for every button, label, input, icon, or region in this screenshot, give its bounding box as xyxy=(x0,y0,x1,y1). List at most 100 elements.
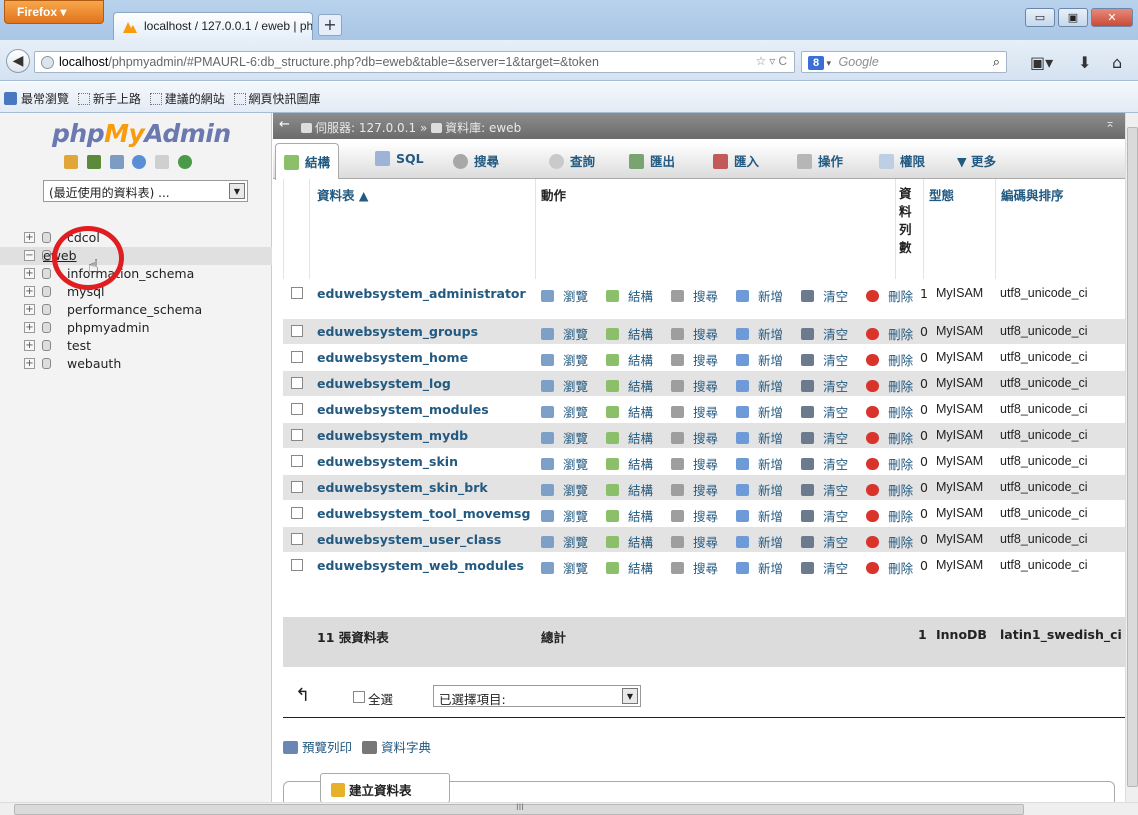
action-structure-link[interactable]: 結構 xyxy=(606,431,662,446)
action-search-link[interactable]: 搜尋 xyxy=(671,353,727,368)
table-name-link[interactable]: eduwebsystem_user_class xyxy=(317,532,501,547)
help-icon[interactable] xyxy=(132,155,147,169)
action-empty-link[interactable]: 清空 xyxy=(801,431,857,446)
table-name-link[interactable]: eduwebsystem_home xyxy=(317,350,468,365)
action-structure-link[interactable]: 結構 xyxy=(606,483,662,498)
action-insert-link[interactable]: 新增 xyxy=(736,483,792,498)
google-engine-icon[interactable]: 8 xyxy=(808,55,824,70)
tab-privileges[interactable]: 權限 xyxy=(879,151,925,170)
vertical-scrollbar[interactable] xyxy=(1125,113,1138,802)
tree-item-eweb[interactable]: − eweb xyxy=(0,247,272,265)
check-all-label[interactable]: 全選 xyxy=(368,689,393,708)
firefox-menu-button[interactable]: Firefox ▾ xyxy=(4,0,104,24)
table-name-link[interactable]: eduwebsystem_web_modules xyxy=(317,558,524,573)
row-checkbox[interactable] xyxy=(291,403,303,415)
action-insert-link[interactable]: 新增 xyxy=(736,561,792,576)
action-browse-link[interactable]: 瀏覽 xyxy=(541,535,597,550)
action-empty-link[interactable]: 清空 xyxy=(801,289,857,304)
scrollbar-thumb[interactable] xyxy=(1127,127,1138,787)
url-bar[interactable]: localhost/phpmyadmin/#PMAURL-6:db_struct… xyxy=(34,51,795,73)
action-drop-link[interactable]: 刪除 xyxy=(866,431,922,446)
tree-item-performance-schema[interactable]: + performance_schema xyxy=(24,301,272,319)
search-bar[interactable]: 8 ▾ Google ⌕ xyxy=(801,51,1007,73)
reload-icon[interactable] xyxy=(178,155,193,169)
tab-structure[interactable]: 結構 xyxy=(275,143,340,180)
tab-import[interactable]: 匯入 xyxy=(713,151,759,170)
action-browse-link[interactable]: 瀏覽 xyxy=(541,431,597,446)
action-structure-link[interactable]: 結構 xyxy=(606,327,662,342)
table-name-link[interactable]: eduwebsystem_log xyxy=(317,376,451,391)
row-checkbox[interactable] xyxy=(291,507,303,519)
action-search-link[interactable]: 搜尋 xyxy=(671,509,727,524)
action-browse-link[interactable]: 瀏覽 xyxy=(541,483,597,498)
tab-search[interactable]: 搜尋 xyxy=(453,151,499,170)
action-drop-link[interactable]: 刪除 xyxy=(866,379,922,394)
row-checkbox[interactable] xyxy=(291,377,303,389)
search-icon[interactable]: ⌕ xyxy=(993,54,1000,70)
expand-icon[interactable]: + xyxy=(24,268,35,279)
minimize-button[interactable]: ▭ xyxy=(1025,8,1055,27)
column-header-collation[interactable]: 編碼與排序 xyxy=(1001,185,1064,204)
action-search-link[interactable]: 搜尋 xyxy=(671,561,727,576)
action-empty-link[interactable]: 清空 xyxy=(801,327,857,342)
table-name-link[interactable]: eduwebsystem_skin xyxy=(317,454,458,469)
row-checkbox[interactable] xyxy=(291,481,303,493)
action-drop-link[interactable]: 刪除 xyxy=(866,483,922,498)
action-empty-link[interactable]: 清空 xyxy=(801,561,857,576)
action-drop-link[interactable]: 刪除 xyxy=(866,289,922,304)
column-header-type[interactable]: 型態 xyxy=(929,185,954,204)
phpmyadmin-logo[interactable]: phpMyAdmin xyxy=(52,119,231,148)
maximize-button[interactable]: ▣ xyxy=(1058,8,1088,27)
browser-tab[interactable]: localhost / 127.0.0.1 / eweb | phpMyA... xyxy=(113,12,313,40)
expand-icon[interactable]: + xyxy=(24,304,35,315)
home-icon[interactable] xyxy=(64,155,78,169)
action-browse-link[interactable]: 瀏覽 xyxy=(541,379,597,394)
home-icon[interactable]: ⌂ xyxy=(1112,53,1122,72)
action-browse-link[interactable]: 瀏覽 xyxy=(541,353,597,368)
expand-icon[interactable]: + xyxy=(24,322,35,333)
query-window-icon[interactable] xyxy=(109,155,124,169)
bookmark-star-icon[interactable]: ☆▿C xyxy=(756,54,790,68)
action-search-link[interactable]: 搜尋 xyxy=(671,535,727,550)
row-checkbox[interactable] xyxy=(291,351,303,363)
action-empty-link[interactable]: 清空 xyxy=(801,379,857,394)
table-name-link[interactable]: eduwebsystem_tool_movemsg xyxy=(317,506,530,521)
action-insert-link[interactable]: 新增 xyxy=(736,535,792,550)
action-search-link[interactable]: 搜尋 xyxy=(671,289,727,304)
action-drop-link[interactable]: 刪除 xyxy=(866,509,922,524)
action-drop-link[interactable]: 刪除 xyxy=(866,353,922,368)
action-insert-link[interactable]: 新增 xyxy=(736,379,792,394)
action-drop-link[interactable]: 刪除 xyxy=(866,535,922,550)
downloads-icon[interactable]: ⬇ xyxy=(1078,53,1091,72)
action-insert-link[interactable]: 新增 xyxy=(736,289,792,304)
action-structure-link[interactable]: 結構 xyxy=(606,353,662,368)
row-checkbox[interactable] xyxy=(291,325,303,337)
create-table-button[interactable]: 建立資料表 xyxy=(320,773,450,803)
action-browse-link[interactable]: 瀏覽 xyxy=(541,509,597,524)
table-name-link[interactable]: eduwebsystem_mydb xyxy=(317,428,468,443)
action-insert-link[interactable]: 新增 xyxy=(736,457,792,472)
row-checkbox[interactable] xyxy=(291,533,303,545)
bookmarks-menu-icon[interactable]: ▣▾ xyxy=(1030,53,1053,72)
recent-tables-select[interactable]: (最近使用的資料表) ... ▼ xyxy=(43,180,248,202)
row-checkbox[interactable] xyxy=(291,287,303,299)
action-browse-link[interactable]: 瀏覽 xyxy=(541,405,597,420)
action-empty-link[interactable]: 清空 xyxy=(801,509,857,524)
tree-item-test[interactable]: + test xyxy=(24,337,272,355)
action-drop-link[interactable]: 刪除 xyxy=(866,405,922,420)
action-empty-link[interactable]: 清空 xyxy=(801,405,857,420)
bookmark-getting-started[interactable]: 新手上路 xyxy=(93,92,141,106)
bookmark-most-visited[interactable]: 最常瀏覽 xyxy=(21,92,69,106)
bookmark-suggested-sites[interactable]: 建議的網站 xyxy=(165,92,225,106)
collapse-breadcrumb-icon[interactable]: ⌅ xyxy=(1105,116,1115,130)
new-tab-button[interactable]: + xyxy=(318,14,342,36)
action-browse-link[interactable]: 瀏覽 xyxy=(541,457,597,472)
breadcrumb-database[interactable]: 資料庫: eweb xyxy=(445,121,521,135)
docs-icon[interactable] xyxy=(155,155,170,169)
column-header-table[interactable]: 資料表 ▲ xyxy=(317,185,368,204)
tab-operations[interactable]: 操作 xyxy=(797,151,843,170)
row-checkbox[interactable] xyxy=(291,429,303,441)
action-empty-link[interactable]: 清空 xyxy=(801,535,857,550)
horizontal-scrollbar[interactable]: III xyxy=(0,802,1138,815)
expand-icon[interactable]: + xyxy=(24,286,35,297)
